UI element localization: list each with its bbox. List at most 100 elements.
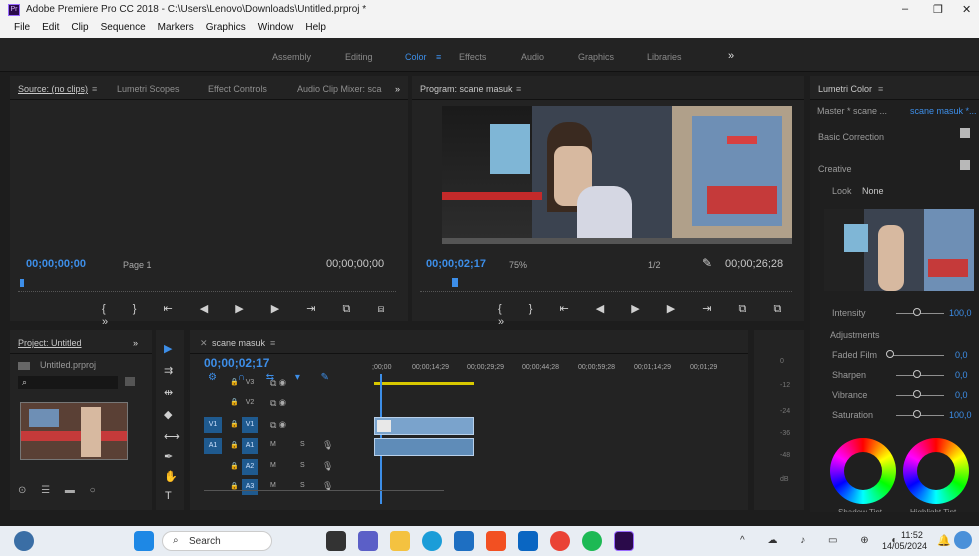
wrench-icon[interactable]: ✎: [702, 256, 712, 270]
timeline-timecode[interactable]: 00;00;02;17: [204, 356, 269, 370]
source-playhead[interactable]: [20, 279, 24, 287]
faded-film-knob[interactable]: [886, 350, 894, 358]
program-zoom-select[interactable]: 75%: [509, 260, 527, 270]
basic-correction-header[interactable]: Basic Correction: [818, 132, 884, 142]
tab-lumetri-color[interactable]: Lumetri Color: [818, 84, 872, 94]
workspace-overflow-button[interactable]: »: [728, 50, 734, 62]
workspace-libraries[interactable]: Libraries: [647, 52, 682, 62]
menu-graphics[interactable]: Graphics: [206, 22, 246, 33]
menu-window[interactable]: Window: [258, 22, 294, 33]
minimize-button[interactable]: –: [902, 3, 908, 15]
clip-thumbnail[interactable]: [20, 402, 128, 460]
workspace-audio[interactable]: Audio: [521, 52, 544, 62]
workspace-assembly[interactable]: Assembly: [272, 52, 311, 62]
linkedin-icon[interactable]: [518, 531, 538, 551]
eye-icon[interactable]: ⧉ ◉: [270, 378, 286, 389]
track-label-a2[interactable]: A2: [242, 459, 258, 475]
project-search-field[interactable]: [18, 376, 118, 389]
clock-date[interactable]: 14/05/2024: [882, 541, 927, 551]
track-target-a1[interactable]: A1: [204, 438, 222, 454]
lock-icon[interactable]: 🔒: [230, 398, 239, 406]
tab-effect-controls[interactable]: Effect Controls: [208, 84, 267, 94]
restore-button[interactable]: ❐: [933, 3, 943, 16]
pen-tool-icon[interactable]: ✒: [164, 450, 173, 463]
source-page-selector[interactable]: Page 1: [123, 260, 152, 270]
widgets-icon[interactable]: [14, 531, 34, 551]
taskbar-search-box[interactable]: ⌕ Search: [162, 531, 272, 551]
selection-tool-icon[interactable]: ▶: [164, 342, 172, 355]
edge-icon[interactable]: [422, 531, 442, 551]
shadow-tint-wheel[interactable]: [830, 438, 896, 504]
lock-icon[interactable]: 🔒: [230, 441, 239, 449]
sharpen-value[interactable]: 0,0: [955, 370, 968, 380]
menu-sequence[interactable]: Sequence: [101, 22, 146, 33]
menu-clip[interactable]: Clip: [71, 22, 88, 33]
copilot-icon[interactable]: [954, 531, 972, 549]
highlight-tint-wheel[interactable]: [903, 438, 969, 504]
track-label-a1[interactable]: A1: [242, 438, 258, 454]
windows-start-icon[interactable]: [134, 531, 154, 551]
source-timecode-in[interactable]: 00;00;00;00: [26, 258, 86, 270]
faded-film-slider[interactable]: [888, 355, 944, 356]
lumetri-tab-menu-icon[interactable]: ≡: [878, 84, 883, 94]
mute-button[interactable]: M: [270, 441, 276, 448]
source-tabs-overflow[interactable]: »: [395, 84, 400, 94]
time-ruler[interactable]: ;00;00 00;00;14;29 00;00;29;29 00;00;44;28 0…: [372, 364, 732, 380]
teams-icon[interactable]: [358, 531, 378, 551]
video-clip[interactable]: [374, 417, 474, 435]
menu-help[interactable]: Help: [305, 22, 326, 33]
lock-icon[interactable]: 🔒: [230, 482, 239, 490]
task-view-icon[interactable]: [326, 531, 346, 551]
mute-button[interactable]: M: [270, 482, 276, 489]
razor-tool-icon[interactable]: ◆: [164, 408, 172, 421]
track-label-v2[interactable]: V2: [242, 395, 258, 411]
audio-clip[interactable]: [374, 438, 474, 456]
eye-icon[interactable]: ⧉ ◉: [270, 398, 286, 409]
lumetri-master-clip[interactable]: Master * scane ...: [817, 106, 887, 116]
tab-project[interactable]: Project: Untitled: [18, 338, 82, 348]
lock-icon[interactable]: 🔒: [230, 378, 239, 386]
source-tab-menu-icon[interactable]: ≡: [92, 84, 97, 94]
program-playhead[interactable]: [452, 278, 458, 287]
lumetri-clip-select[interactable]: scane masuk *...: [910, 106, 977, 116]
basic-correction-checkbox[interactable]: [960, 128, 970, 138]
workspace-effects[interactable]: Effects: [459, 52, 486, 62]
sequence-tab-menu-icon[interactable]: ≡: [270, 338, 275, 348]
menu-file[interactable]: File: [14, 22, 30, 33]
track-select-tool-icon[interactable]: ⇉: [164, 364, 173, 377]
mute-button[interactable]: M: [270, 462, 276, 469]
solo-button[interactable]: S: [300, 462, 305, 469]
program-tab-menu-icon[interactable]: ≡: [516, 84, 521, 94]
track-label-v3[interactable]: V3: [242, 375, 258, 391]
microsoft-store-icon[interactable]: [486, 531, 506, 551]
solo-button[interactable]: S: [300, 482, 305, 489]
look-preview-thumbnail[interactable]: [824, 209, 974, 291]
spotify-icon[interactable]: [582, 531, 602, 551]
timeline-close-icon[interactable]: ✕: [200, 338, 208, 349]
lock-icon[interactable]: 🔒: [230, 420, 239, 428]
mail-icon[interactable]: [454, 531, 474, 551]
workspace-editing[interactable]: Editing: [345, 52, 373, 62]
intensity-value[interactable]: 100,0: [949, 308, 972, 318]
program-timecode[interactable]: 00;00;02;17: [426, 258, 486, 270]
timeline-h-scroll[interactable]: [204, 490, 444, 496]
workspace-graphics[interactable]: Graphics: [578, 52, 614, 62]
tab-source[interactable]: Source: (no clips): [18, 84, 88, 94]
vibrance-value[interactable]: 0,0: [955, 390, 968, 400]
sharpen-knob[interactable]: [913, 370, 921, 378]
notification-bell-icon[interactable]: 🔔: [937, 534, 951, 547]
microphone-icon[interactable]: 🎙: [322, 440, 333, 451]
premiere-taskbar-icon[interactable]: [614, 531, 634, 551]
lock-icon[interactable]: 🔒: [230, 462, 239, 470]
project-tabs-overflow[interactable]: »: [133, 338, 138, 348]
work-area-bar[interactable]: [374, 382, 474, 385]
saturation-value[interactable]: 100,0: [949, 410, 972, 420]
workspace-color-menu-icon[interactable]: ≡: [436, 52, 441, 62]
look-select[interactable]: None: [862, 186, 884, 196]
faded-film-value[interactable]: 0,0: [955, 350, 968, 360]
tab-audio-clip-mixer[interactable]: Audio Clip Mixer: sca: [297, 84, 382, 94]
program-quality-select[interactable]: 1/2: [648, 260, 661, 270]
file-explorer-icon[interactable]: [390, 531, 410, 551]
tab-sequence[interactable]: scane masuk: [212, 338, 265, 348]
eye-icon[interactable]: ⧉ ◉: [270, 420, 286, 431]
